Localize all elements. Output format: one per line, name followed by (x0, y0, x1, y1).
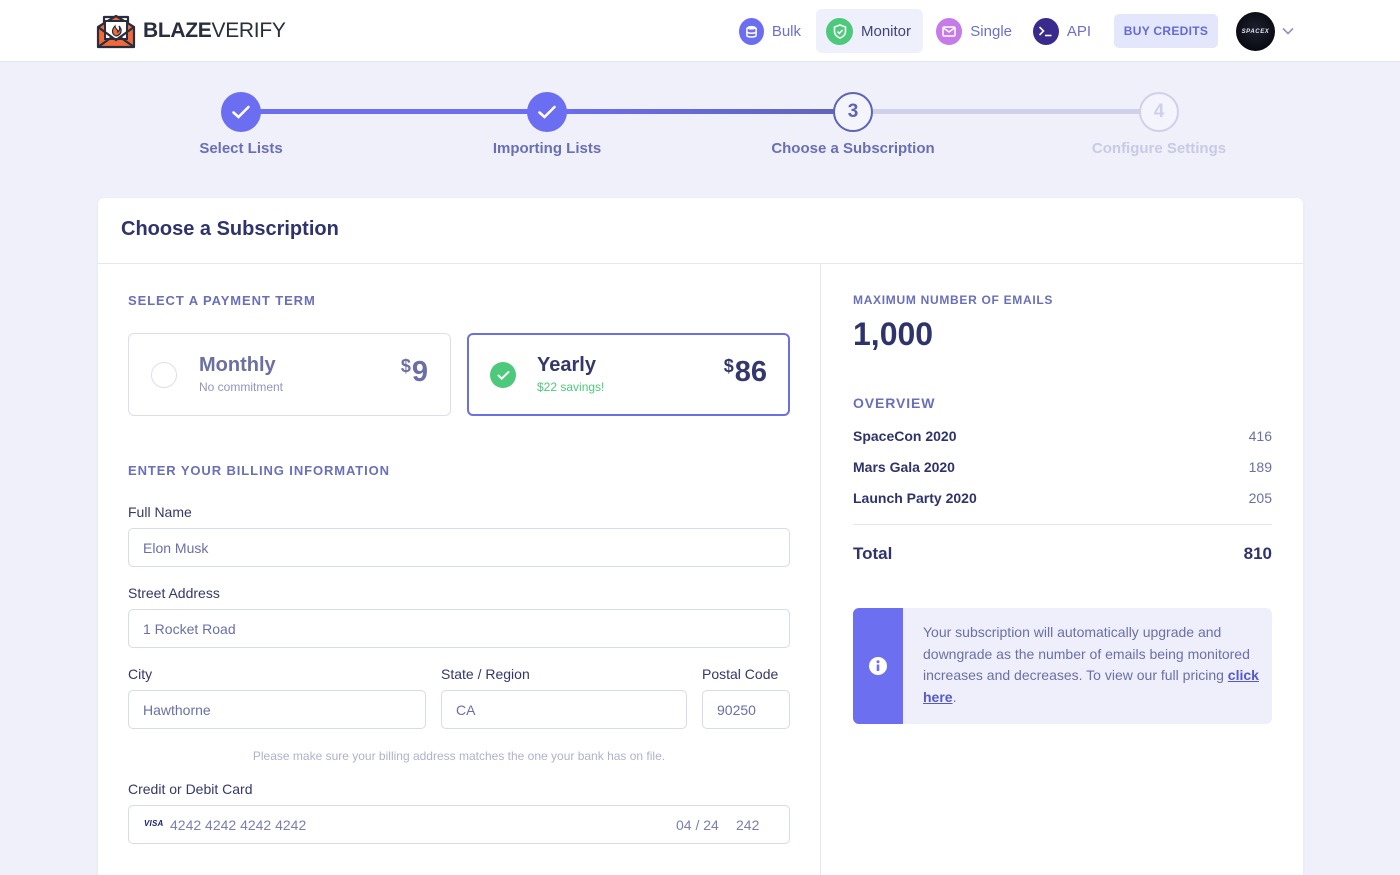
total-row: Total 810 (853, 544, 1272, 564)
list-count: 205 (1248, 490, 1272, 506)
list-item: SpaceCon 2020 416 (853, 428, 1272, 448)
divider (853, 524, 1272, 525)
step-4-number: 4 (1139, 92, 1179, 132)
page-title: Choose a Subscription (121, 218, 339, 240)
radio-checked-icon (490, 362, 516, 388)
city-label: City (128, 666, 153, 682)
full-name-label: Full Name (128, 504, 192, 520)
database-icon (739, 17, 764, 45)
term-monthly-option[interactable]: Monthly No commitment $9 (128, 333, 451, 416)
postal-code-field[interactable] (702, 690, 790, 729)
brand-name-bold: BLAZE (143, 19, 212, 42)
top-bar: BLAZEVERIFY Bulk Monitor Single API BUY … (0, 0, 1400, 62)
check-icon (538, 105, 556, 119)
full-name-field[interactable] (128, 528, 790, 567)
check-icon (232, 105, 250, 119)
step-1-label: Select Lists (199, 140, 283, 157)
step-3-label: Choose a Subscription (771, 140, 935, 157)
envelope-icon (936, 17, 963, 45)
currency-symbol: $ (723, 356, 734, 376)
list-name: Mars Gala 2020 (853, 459, 955, 475)
nav-bulk-label: Bulk (771, 22, 801, 40)
list-item: Launch Party 2020 205 (853, 490, 1272, 510)
list-name: SpaceCon 2020 (853, 428, 957, 444)
nav-single[interactable]: Single (928, 9, 1020, 53)
card-cvc[interactable]: 242 (736, 817, 759, 833)
list-count: 189 (1248, 459, 1272, 475)
stepper-track-1 (241, 109, 547, 114)
card-label: Credit or Debit Card (128, 781, 253, 797)
state-region-field[interactable] (441, 690, 687, 729)
postal-code-label: Postal Code (702, 666, 779, 682)
avatar-text: SPACEX (1241, 28, 1270, 35)
info-text: Your subscription will automatically upg… (923, 622, 1263, 708)
radio-unchecked-icon (151, 362, 177, 388)
nav-single-label: Single (970, 22, 1012, 40)
brand-logo[interactable]: BLAZEVERIFY (96, 13, 286, 49)
term-monthly-name: Monthly (199, 354, 276, 376)
step-4-label: Configure Settings (1091, 140, 1227, 157)
nav-monitor[interactable]: Monitor (816, 9, 923, 53)
visa-icon: VISA (144, 819, 164, 828)
terminal-icon (1033, 17, 1059, 45)
subscription-card: Choose a Subscription SELECT A PAYMENT T… (98, 198, 1303, 875)
currency-symbol: $ (400, 356, 411, 376)
column-divider (820, 264, 821, 875)
stepper-track-2 (547, 109, 853, 114)
brand-name-light: VERIFY (211, 19, 286, 42)
list-name: Launch Party 2020 (853, 490, 977, 506)
nav-bulk[interactable]: Bulk (731, 9, 809, 53)
buy-credits-button[interactable]: BUY CREDITS (1114, 14, 1218, 48)
brand-name: BLAZEVERIFY (143, 13, 286, 49)
term-monthly-price: $9 (401, 356, 428, 389)
credit-card-field[interactable]: VISA 4242 4242 4242 4242 04 / 24 242 (128, 805, 790, 844)
card-expiry[interactable]: 04 / 24 (676, 817, 719, 833)
overview-heading: OVERVIEW (853, 395, 936, 411)
info-icon (853, 608, 903, 724)
state-region-label: State / Region (441, 666, 530, 682)
payment-term-heading: SELECT A PAYMENT TERM (128, 293, 316, 308)
step-3-number: 3 (833, 92, 873, 132)
price-amount: 9 (411, 356, 428, 388)
step-2-label: Importing Lists (492, 140, 602, 157)
info-end: . (952, 688, 957, 705)
max-emails-label: MAXIMUM NUMBER OF EMAILS (853, 293, 1054, 307)
list-item: Mars Gala 2020 189 (853, 459, 1272, 479)
city-field[interactable] (128, 690, 426, 729)
stepper-track-3 (853, 109, 1159, 114)
total-value: 810 (1243, 544, 1272, 563)
billing-help-text: Please make sure your billing address ma… (252, 749, 666, 763)
term-monthly-sub: No commitment (199, 380, 284, 394)
street-address-field[interactable] (128, 609, 790, 648)
envelope-flame-icon (96, 14, 136, 49)
shield-check-icon (826, 17, 853, 45)
term-yearly-savings: $22 savings! (537, 380, 605, 394)
total-label: Total (853, 544, 893, 563)
list-count: 416 (1248, 428, 1272, 444)
card-header: Choose a Subscription (98, 198, 1303, 264)
info-notice: Your subscription will automatically upg… (853, 608, 1272, 724)
step-1-check (221, 92, 261, 132)
street-address-label: Street Address (128, 585, 220, 601)
max-emails-value: 1,000 (853, 316, 934, 352)
card-number[interactable]: 4242 4242 4242 4242 (170, 817, 306, 833)
nav-monitor-label: Monitor (861, 22, 912, 40)
avatar[interactable]: SPACEX (1236, 12, 1275, 51)
nav-api[interactable]: API (1025, 9, 1099, 53)
term-yearly-price: $86 (724, 356, 767, 389)
step-2-check (527, 92, 567, 132)
info-body: Your subscription will automatically upg… (923, 624, 1250, 683)
term-yearly-name: Yearly (537, 354, 596, 376)
term-yearly-option[interactable]: Yearly $22 savings! $86 (467, 333, 790, 416)
billing-heading: ENTER YOUR BILLING INFORMATION (128, 463, 390, 478)
nav-api-label: API (1066, 22, 1091, 40)
chevron-down-icon[interactable] (1281, 24, 1295, 38)
price-amount: 86 (734, 356, 767, 388)
progress-stepper: Select Lists Importing Lists 3 Choose a … (0, 88, 1400, 168)
